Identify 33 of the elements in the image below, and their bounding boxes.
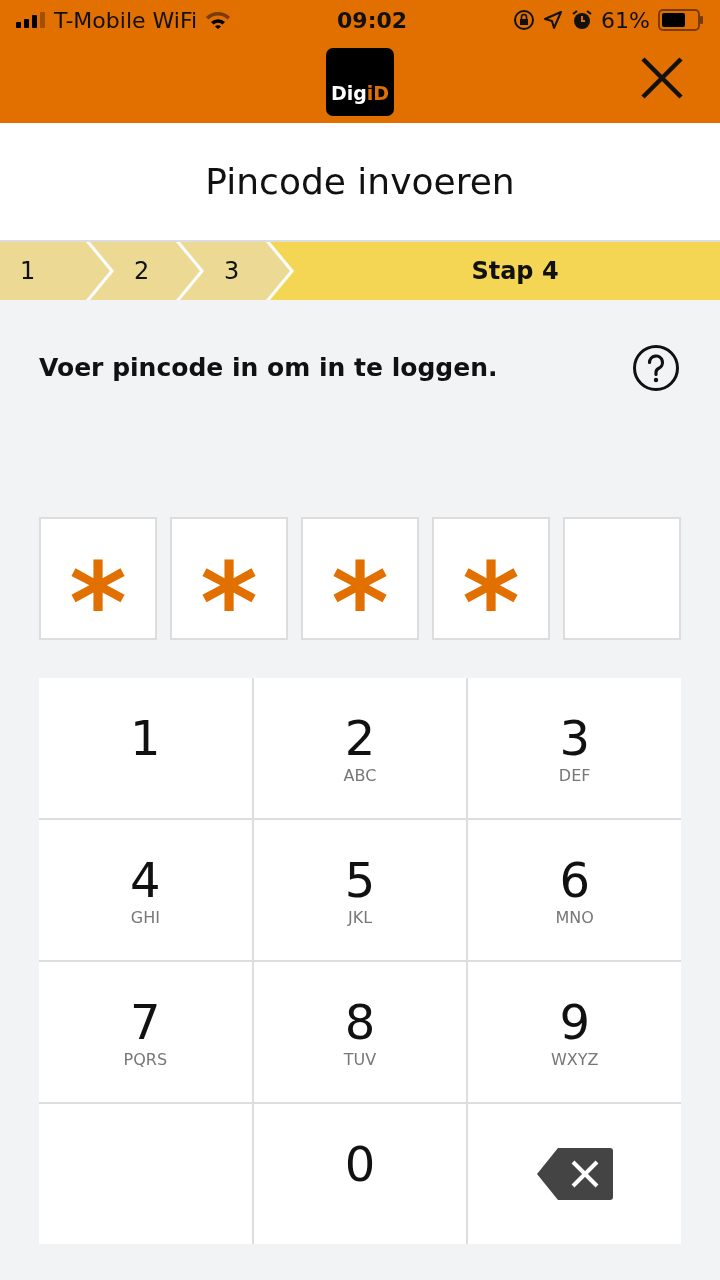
close-button[interactable] (640, 56, 684, 100)
keypad-key[interactable]: 6 MNO (468, 820, 681, 960)
pin-digit-box: * (170, 517, 288, 640)
keypad-key[interactable]: 2 ABC (253, 678, 467, 818)
close-icon (640, 56, 684, 100)
signal-icon (16, 12, 46, 28)
backspace-key[interactable] (468, 1104, 681, 1244)
step-indicator: Stap 4 (270, 242, 720, 300)
pin-digit-box: * (301, 517, 419, 640)
location-arrow-icon (543, 10, 564, 30)
keypad-key[interactable]: 1 (39, 678, 252, 818)
rotation-lock-icon (513, 9, 536, 31)
pin-digit-box: * (39, 517, 157, 640)
backspace-icon (535, 1147, 614, 1201)
digid-logo: DigiD (326, 47, 394, 116)
page-title: Pincode invoeren (205, 159, 515, 204)
step-indicator: 1 (0, 242, 110, 300)
pin-digit-box: * (432, 517, 550, 640)
keypad-key[interactable]: 8 TUV (253, 962, 467, 1102)
carrier-name: T-Mobile WiFi (54, 6, 198, 35)
help-button[interactable] (632, 344, 680, 392)
keypad-key[interactable]: 4 GHI (39, 820, 252, 960)
keypad-key[interactable]: 5 JKL (253, 820, 467, 960)
keypad-key[interactable]: 9 WXYZ (468, 962, 681, 1102)
keypad-key[interactable]: 0 (253, 1104, 467, 1244)
wifi-icon (205, 11, 232, 29)
battery-icon (658, 9, 704, 31)
battery-percent: 61% (601, 6, 650, 35)
clock-time: 09:02 (337, 6, 408, 35)
alarm-clock-icon (571, 9, 594, 31)
keypad-key[interactable]: 7 PQRS (39, 962, 252, 1102)
instruction-text: Voer pincode in om in te loggen. (39, 352, 498, 385)
keypad-key[interactable]: 3 DEF (468, 678, 681, 818)
